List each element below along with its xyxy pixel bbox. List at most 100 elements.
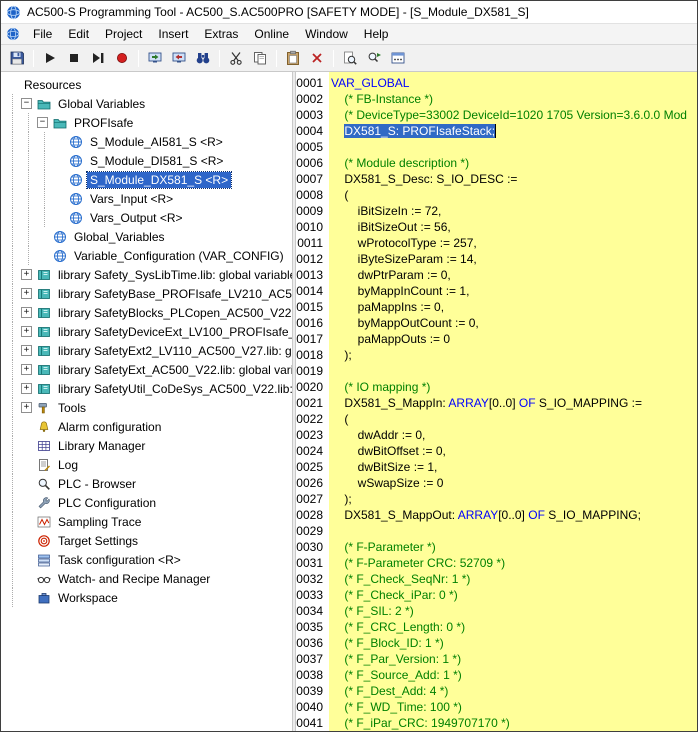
- tree-item[interactable]: PLC - Browser: [1, 474, 292, 493]
- tree-item[interactable]: +library SafetyUtil_CoDeSys_AC500_V22.li…: [1, 379, 292, 398]
- menu-item-insert[interactable]: Insert: [150, 24, 196, 44]
- code-line[interactable]: 0030 (* F-Parameter *): [296, 539, 697, 555]
- tree-item[interactable]: Sampling Trace: [1, 512, 292, 531]
- tree-root-resources[interactable]: Resources: [1, 75, 292, 94]
- logout-button[interactable]: [167, 47, 191, 69]
- code-line[interactable]: 0001VAR_GLOBAL: [296, 75, 697, 91]
- code-line[interactable]: 0023 dwAddr := 0,: [296, 427, 697, 443]
- code-line[interactable]: 0004 DX581_S: PROFIsafeStack;: [296, 123, 697, 139]
- line-number[interactable]: 0012: [296, 251, 329, 267]
- code-line[interactable]: 0015 paMappIns := 0,: [296, 299, 697, 315]
- tree-item[interactable]: +library SafetyDeviceExt_LV100_PROFIsafe…: [1, 322, 292, 341]
- line-number[interactable]: 0013: [296, 267, 329, 283]
- tree-item[interactable]: S_Module_AI581_S <R>: [1, 132, 292, 151]
- save-button[interactable]: [5, 47, 29, 69]
- line-number[interactable]: 0024: [296, 443, 329, 459]
- line-number[interactable]: 0038: [296, 667, 329, 683]
- line-number[interactable]: 0007: [296, 171, 329, 187]
- code-line[interactable]: 0008 (: [296, 187, 697, 203]
- code-line[interactable]: 0019: [296, 363, 697, 379]
- code-line[interactable]: 0022 (: [296, 411, 697, 427]
- line-number[interactable]: 0033: [296, 587, 329, 603]
- tree-item[interactable]: PLC Configuration: [1, 493, 292, 512]
- line-number[interactable]: 0041: [296, 715, 329, 731]
- code-line[interactable]: 0014 byMappInCount := 1,: [296, 283, 697, 299]
- code-line[interactable]: 0006 (* Module description *): [296, 155, 697, 171]
- line-number[interactable]: 0027: [296, 491, 329, 507]
- delete-button[interactable]: [305, 47, 329, 69]
- code-line[interactable]: 0005: [296, 139, 697, 155]
- line-number[interactable]: 0039: [296, 683, 329, 699]
- expand-plus-icon[interactable]: +: [21, 269, 32, 280]
- line-number[interactable]: 0017: [296, 331, 329, 347]
- code-line[interactable]: 0020 (* IO mapping *): [296, 379, 697, 395]
- line-number[interactable]: 0036: [296, 635, 329, 651]
- line-number[interactable]: 0030: [296, 539, 329, 555]
- line-number[interactable]: 0006: [296, 155, 329, 171]
- code-line[interactable]: 0002 (* FB-Instance *): [296, 91, 697, 107]
- find-next-button[interactable]: [362, 47, 386, 69]
- line-number[interactable]: 0018: [296, 347, 329, 363]
- tree-item[interactable]: −Global Variables: [1, 94, 292, 113]
- code-line[interactable]: 0032 (* F_Check_SeqNr: 1 *): [296, 571, 697, 587]
- code-line[interactable]: 0040 (* F_WD_Time: 100 *): [296, 699, 697, 715]
- code-line[interactable]: 0036 (* F_Block_ID: 1 *): [296, 635, 697, 651]
- tree-item[interactable]: +library Safety_SysLibTime.lib: global v…: [1, 265, 292, 284]
- line-number[interactable]: 0019: [296, 363, 329, 379]
- tree-item[interactable]: Variable_Configuration (VAR_CONFIG): [1, 246, 292, 265]
- mdi-child-globe-icon[interactable]: [6, 27, 20, 41]
- line-number[interactable]: 0009: [296, 203, 329, 219]
- line-number[interactable]: 0022: [296, 411, 329, 427]
- menu-item-window[interactable]: Window: [297, 24, 356, 44]
- code-line[interactable]: 0037 (* F_Par_Version: 1 *): [296, 651, 697, 667]
- copy-button[interactable]: [248, 47, 272, 69]
- code-line[interactable]: 0013 dwPtrParam := 0,: [296, 267, 697, 283]
- line-number[interactable]: 0040: [296, 699, 329, 715]
- tree-item[interactable]: −PROFIsafe: [1, 113, 292, 132]
- expand-plus-icon[interactable]: +: [21, 345, 32, 356]
- code-line[interactable]: 0028 DX581_S_MappOut: ARRAY[0..0] OF S_I…: [296, 507, 697, 523]
- tree-item[interactable]: +Tools: [1, 398, 292, 417]
- code-line[interactable]: 0011 wProtocolType := 257,: [296, 235, 697, 251]
- cut-button[interactable]: [224, 47, 248, 69]
- single-cycle-button[interactable]: [86, 47, 110, 69]
- code-line[interactable]: 0007 DX581_S_Desc: S_IO_DESC :=: [296, 171, 697, 187]
- line-number[interactable]: 0015: [296, 299, 329, 315]
- code-line[interactable]: 0003 (* DeviceType=33002 DeviceId=1020 1…: [296, 107, 697, 123]
- code-line[interactable]: 0009 iBitSizeIn := 72,: [296, 203, 697, 219]
- code-line[interactable]: 0038 (* F_Source_Add: 1 *): [296, 667, 697, 683]
- line-number[interactable]: 0003: [296, 107, 329, 123]
- login-button[interactable]: [143, 47, 167, 69]
- line-number[interactable]: 0010: [296, 219, 329, 235]
- code-line[interactable]: 0017 paMappOuts := 0: [296, 331, 697, 347]
- line-number[interactable]: 0023: [296, 427, 329, 443]
- menu-item-online[interactable]: Online: [246, 24, 297, 44]
- expand-plus-icon[interactable]: +: [21, 402, 32, 413]
- expand-plus-icon[interactable]: +: [21, 307, 32, 318]
- code-line[interactable]: 0041 (* F_iPar_CRC: 1949707170 *): [296, 715, 697, 731]
- line-number[interactable]: 0034: [296, 603, 329, 619]
- line-number[interactable]: 0008: [296, 187, 329, 203]
- expand-plus-icon[interactable]: +: [21, 288, 32, 299]
- line-number[interactable]: 0021: [296, 395, 329, 411]
- code-line[interactable]: 0012 iByteSizeParam := 14,: [296, 251, 697, 267]
- tree-item[interactable]: +library SafetyExt2_LV110_AC500_V27.lib:…: [1, 341, 292, 360]
- code-line[interactable]: 0025 dwBitSize := 1,: [296, 459, 697, 475]
- line-number[interactable]: 0004: [296, 123, 329, 139]
- toggle-breakpoint-button[interactable]: [110, 47, 134, 69]
- code-line[interactable]: 0026 wSwapSize := 0: [296, 475, 697, 491]
- code-editor[interactable]: 0001VAR_GLOBAL0002 (* FB-Instance *)0003…: [296, 72, 697, 731]
- code-line[interactable]: 0010 iBitSizeOut := 56,: [296, 219, 697, 235]
- line-number[interactable]: 0029: [296, 523, 329, 539]
- tree-item[interactable]: Log: [1, 455, 292, 474]
- expand-plus-icon[interactable]: +: [21, 326, 32, 337]
- tree-item[interactable]: S_Module_DX581_S <R>: [1, 170, 292, 189]
- paste-button[interactable]: [281, 47, 305, 69]
- find-button[interactable]: [338, 47, 362, 69]
- tree-item[interactable]: Alarm configuration: [1, 417, 292, 436]
- expand-plus-icon[interactable]: +: [21, 364, 32, 375]
- tree-item[interactable]: Vars_Output <R>: [1, 208, 292, 227]
- code-line[interactable]: 0029: [296, 523, 697, 539]
- line-number[interactable]: 0025: [296, 459, 329, 475]
- line-number[interactable]: 0016: [296, 315, 329, 331]
